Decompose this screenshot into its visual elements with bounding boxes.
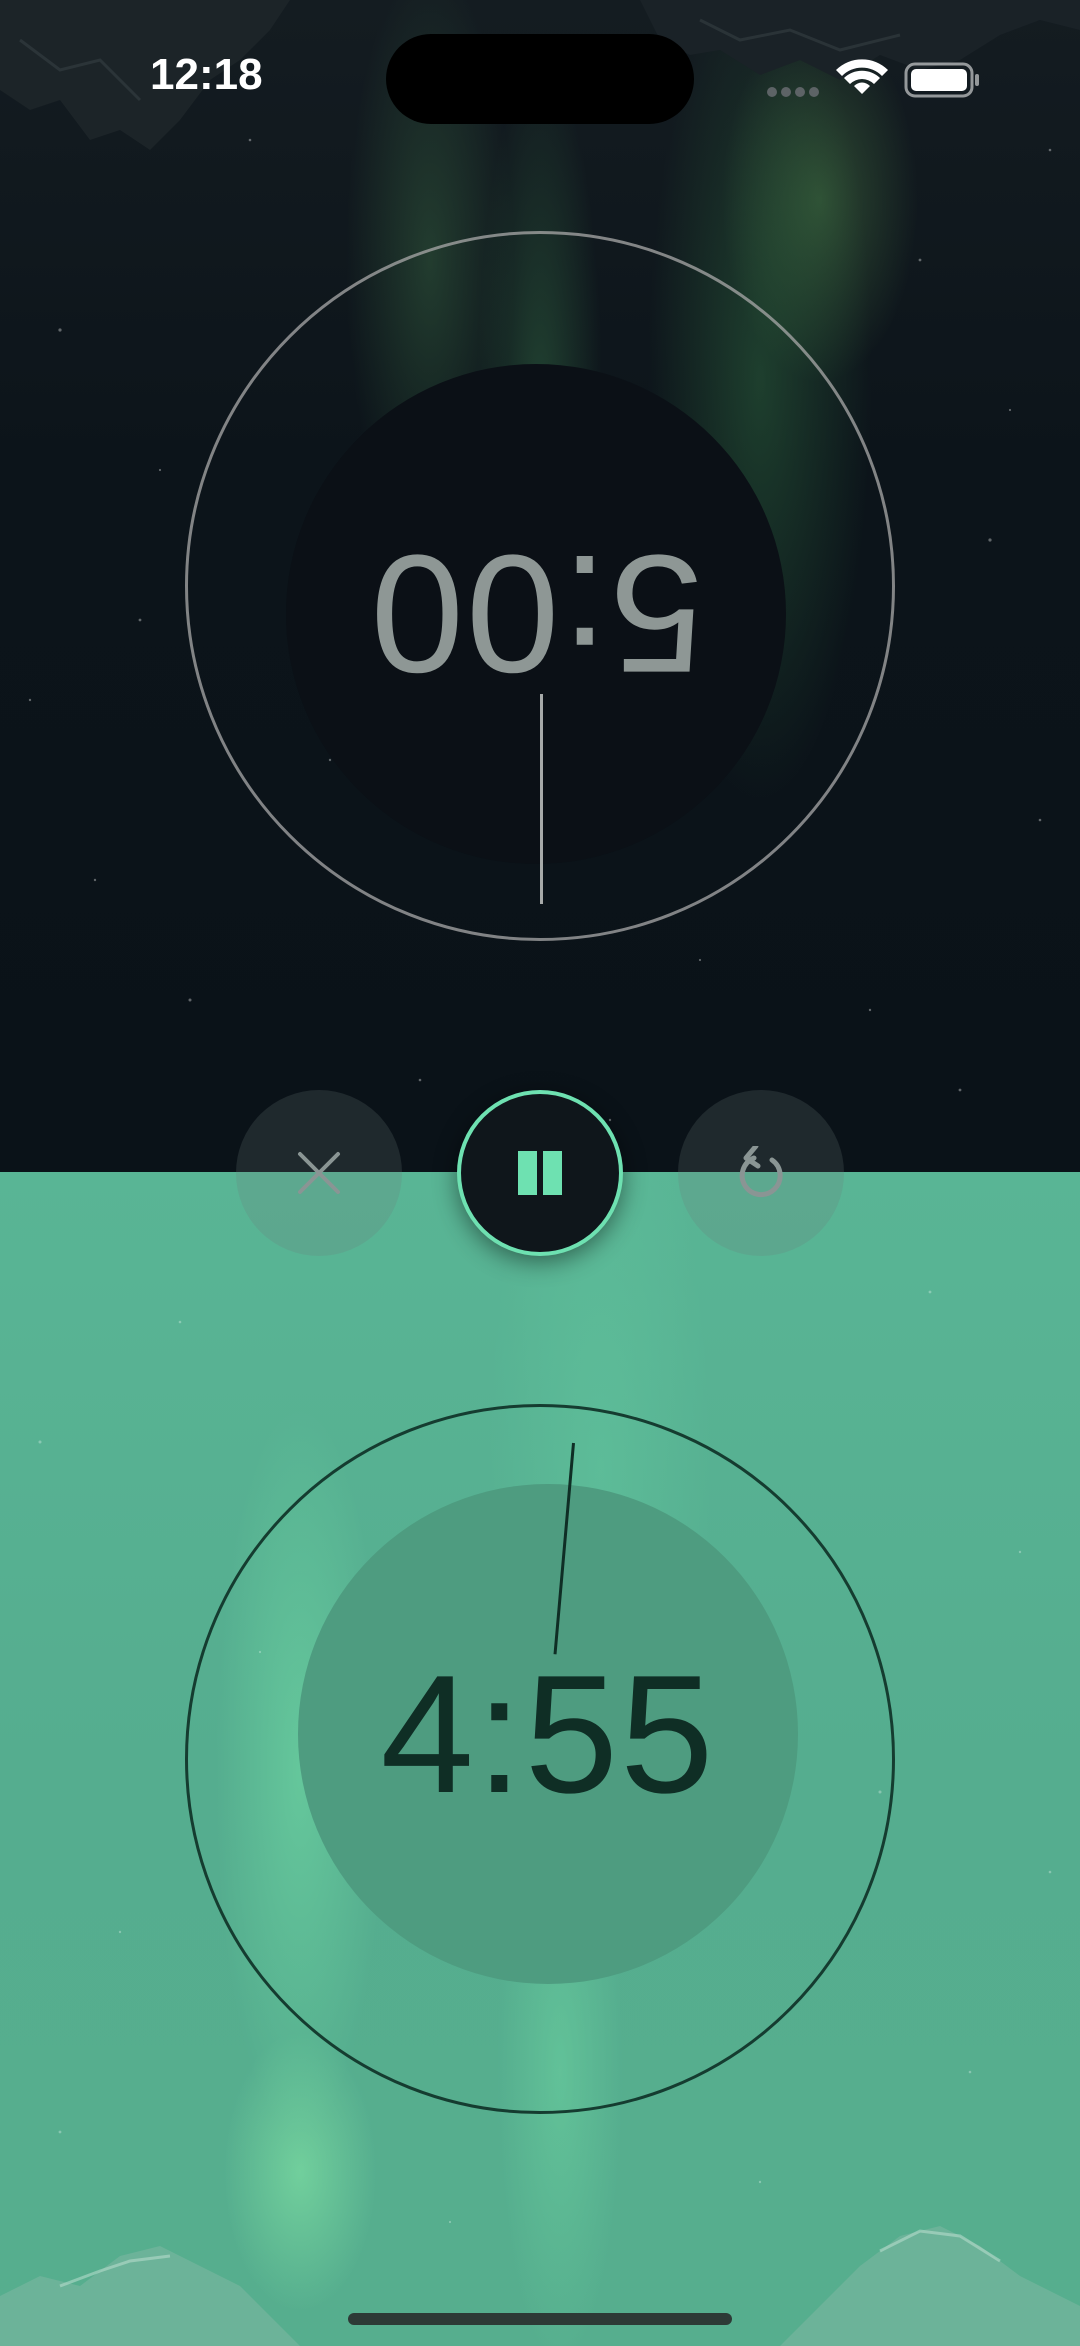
timer-screen: 5:00 4:55 12:18 <box>0 0 1080 2346</box>
player-time-display: 4:55 <box>298 1484 798 1984</box>
pause-icon <box>518 1151 562 1195</box>
cancel-button[interactable] <box>236 1090 402 1256</box>
close-icon <box>298 1152 340 1194</box>
wifi-icon <box>836 59 888 94</box>
reset-icon <box>739 1146 783 1198</box>
pause-button[interactable] <box>457 1090 623 1256</box>
battery-full-icon <box>904 62 979 98</box>
player-dial-ring: 4:55 <box>185 1404 895 2114</box>
player-timer-panel[interactable]: 4:55 <box>0 1172 1080 2346</box>
opponent-dial-face: 5:00 <box>286 364 786 864</box>
opponent-dial-ring: 5:00 <box>185 231 895 941</box>
opponent-timer-panel[interactable]: 5:00 <box>0 0 1080 1172</box>
opponent-time-display: 5:00 <box>286 364 786 864</box>
mountain-silhouette-bottom <box>0 2226 1080 2346</box>
cellular-signal-dots-icon <box>767 87 819 97</box>
dynamic-island <box>386 34 694 124</box>
reset-button[interactable] <box>678 1090 844 1256</box>
player-dial-face: 4:55 <box>298 1484 798 1984</box>
opponent-progress-hand <box>540 694 543 904</box>
opponent-time-text: 5:00 <box>368 520 704 709</box>
home-indicator[interactable] <box>348 2313 732 2325</box>
status-bar-time: 12:18 <box>150 50 263 99</box>
player-time-text: 4:55 <box>380 1639 716 1828</box>
status-bar-icons <box>766 58 982 102</box>
